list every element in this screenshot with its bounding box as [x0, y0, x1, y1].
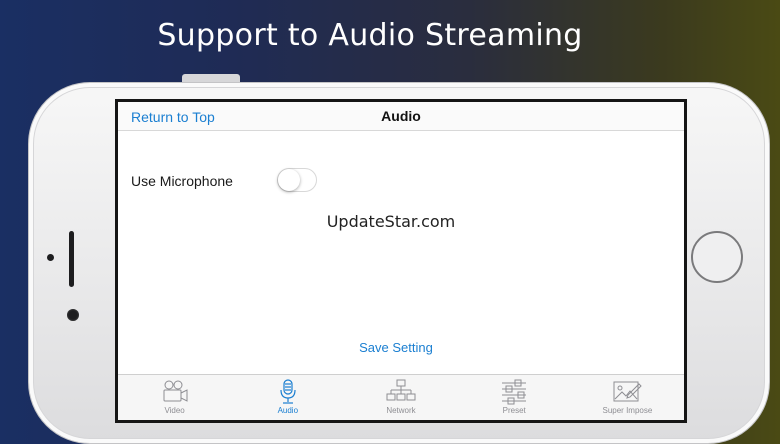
app-screen: Return to Top Audio Use Microphone Updat…: [115, 99, 687, 423]
tab-preset-label: Preset: [502, 406, 526, 415]
page-title: Audio: [381, 108, 421, 124]
video-camera-icon: [163, 380, 188, 402]
tab-super-impose-label: Super Impose: [602, 406, 653, 415]
save-setting-button[interactable]: Save Setting: [118, 340, 674, 355]
watermark-text: UpdateStar.com: [326, 212, 456, 231]
phone-camera: [67, 309, 79, 321]
network-icon: [386, 379, 416, 401]
tab-bar: Video Audio Network Preset Super Impose: [118, 374, 684, 420]
tab-audio[interactable]: Audio: [231, 375, 344, 420]
sliders-icon: [502, 379, 527, 405]
tab-preset[interactable]: Preset: [458, 375, 571, 420]
phone-home-button: [691, 231, 743, 283]
tab-audio-label: Audio: [277, 406, 299, 415]
tab-video[interactable]: Video: [118, 375, 231, 420]
promo-headline: Support to Audio Streaming: [157, 18, 583, 53]
tab-video-label: Video: [164, 406, 185, 415]
phone-speaker: [69, 231, 74, 287]
toggle-knob: [278, 169, 300, 191]
navigation-bar: Return to Top Audio: [118, 102, 684, 131]
image-edit-icon: [613, 381, 643, 402]
tab-network[interactable]: Network: [344, 375, 457, 420]
use-microphone-toggle[interactable]: [277, 168, 317, 192]
tab-network-label: Network: [386, 406, 416, 415]
use-microphone-label: Use Microphone: [131, 173, 233, 189]
phone-sensor: [47, 254, 54, 261]
microphone-icon: [280, 379, 296, 404]
tab-super-impose[interactable]: Super Impose: [571, 375, 684, 420]
phone-top-button: [182, 74, 240, 82]
